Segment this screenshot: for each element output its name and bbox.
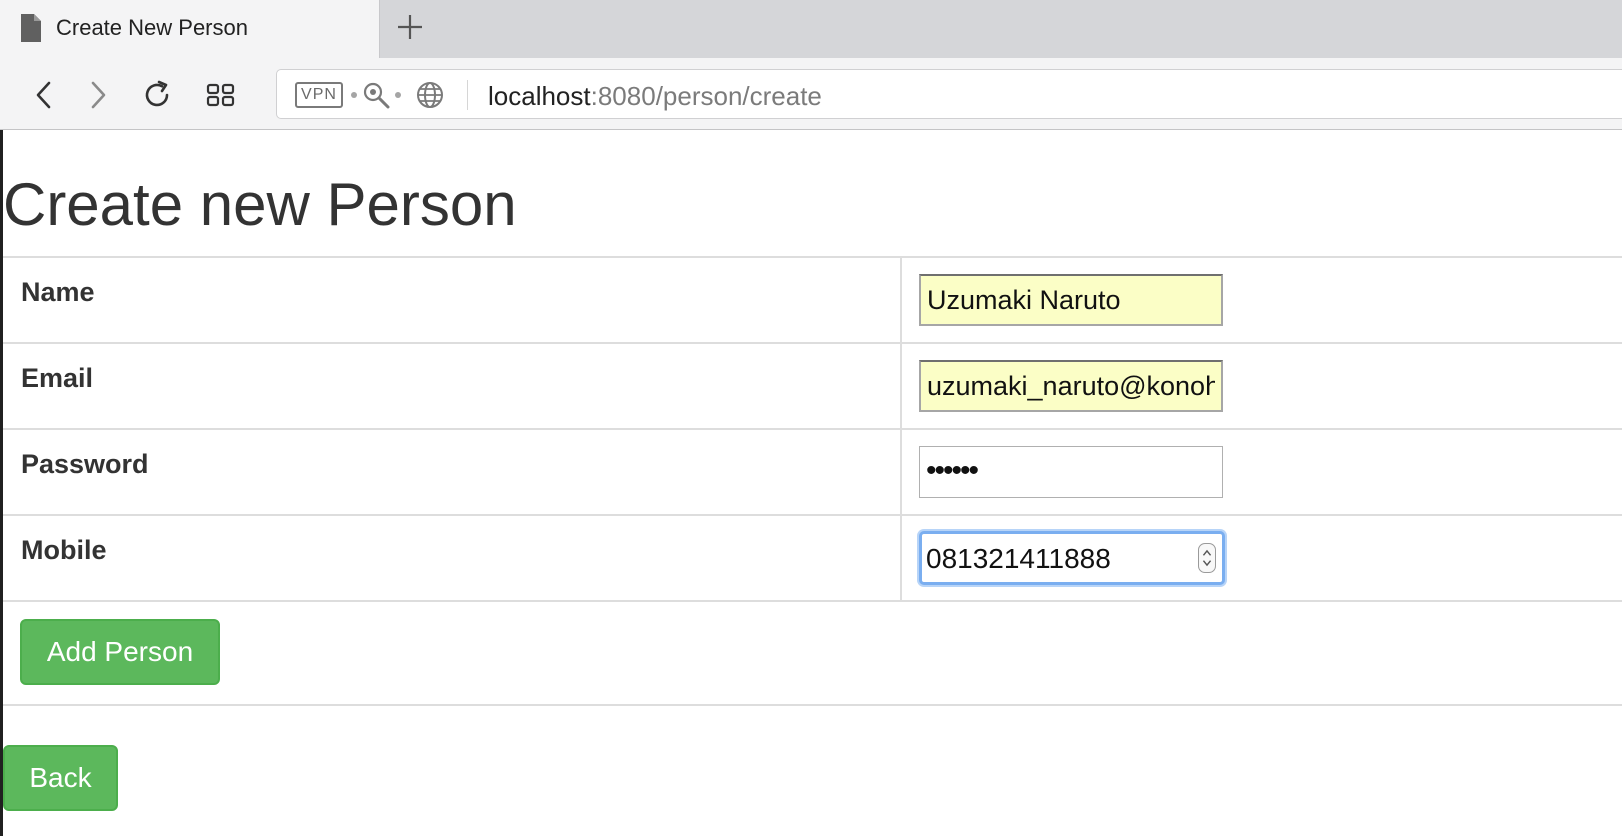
mobile-value: 081321411888 bbox=[926, 543, 1111, 574]
url-text[interactable]: localhost:8080/person/create bbox=[488, 81, 822, 112]
person-form: Name Email Password •••••• Mobile 081321… bbox=[3, 256, 1622, 706]
address-bar[interactable]: VPN localhost:8080/person/create bbox=[276, 69, 1622, 119]
password-mask: •••••• bbox=[926, 454, 979, 487]
name-label: Name bbox=[21, 277, 95, 307]
vpn-badge[interactable]: VPN bbox=[295, 82, 343, 108]
plus-icon[interactable] bbox=[395, 12, 425, 42]
chevron-right-icon[interactable] bbox=[80, 78, 114, 112]
chevron-left-icon[interactable] bbox=[28, 78, 62, 112]
mobile-label: Mobile bbox=[21, 535, 107, 565]
form-row-name: Name bbox=[3, 256, 1622, 343]
password-input[interactable]: •••••• bbox=[919, 446, 1223, 498]
url-divider bbox=[467, 80, 468, 110]
name-input[interactable] bbox=[919, 274, 1223, 326]
separator-dot bbox=[395, 92, 401, 98]
mobile-input[interactable]: 081321411888 bbox=[919, 531, 1225, 585]
number-stepper-icon[interactable] bbox=[1198, 543, 1216, 573]
grid-icon[interactable] bbox=[204, 78, 238, 112]
email-input[interactable] bbox=[919, 360, 1223, 412]
form-row-mobile: Mobile 081321411888 bbox=[3, 514, 1622, 601]
tab-title: Create New Person bbox=[56, 15, 248, 40]
browser-tab[interactable]: Create New Person bbox=[0, 0, 380, 58]
form-row-submit bbox=[3, 600, 1622, 706]
separator-dot bbox=[351, 92, 357, 98]
reload-icon[interactable] bbox=[140, 78, 174, 112]
add-person-button[interactable]: Add Person bbox=[20, 619, 220, 685]
form-row-email: Email bbox=[3, 342, 1622, 429]
browser-toolbar: VPN localhost:8080/person/create bbox=[0, 58, 1622, 130]
password-label: Password bbox=[21, 449, 149, 479]
url-host: localhost bbox=[488, 81, 591, 111]
globe-icon[interactable] bbox=[415, 80, 445, 110]
page-title: Create new Person bbox=[3, 171, 517, 238]
document-icon bbox=[21, 14, 41, 42]
key-search-icon[interactable] bbox=[361, 80, 391, 110]
back-button[interactable]: Back bbox=[3, 745, 118, 811]
form-row-password: Password •••••• bbox=[3, 428, 1622, 515]
browser-tab-bar: Create New Person bbox=[0, 0, 1622, 58]
url-path: :8080/person/create bbox=[590, 81, 822, 111]
email-label: Email bbox=[21, 363, 94, 393]
